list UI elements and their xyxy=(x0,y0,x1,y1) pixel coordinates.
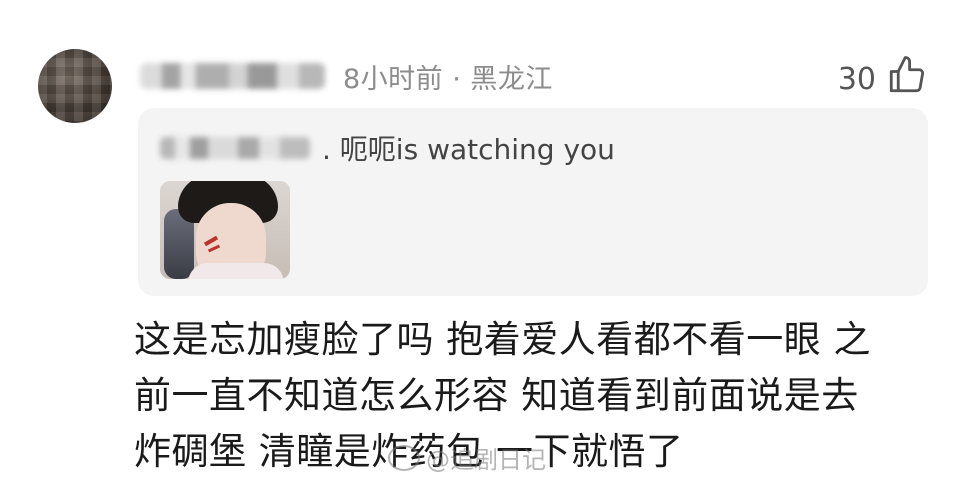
weibo-icon xyxy=(388,444,420,471)
like-button[interactable]: 30 xyxy=(838,54,928,104)
like-count: 30 xyxy=(837,61,876,97)
reply-username-blurred xyxy=(160,137,310,159)
watermark-text: @追剧日记 xyxy=(426,446,546,474)
reply-image-thumbnail[interactable] xyxy=(160,181,290,279)
comment-header: 8小时前 · 黑龙江 xyxy=(140,56,553,96)
avatar-mosaic xyxy=(38,49,112,123)
quoted-reply[interactable]: . 呃呃is watching you xyxy=(138,108,928,296)
username-blurred[interactable] xyxy=(140,63,325,89)
reply-text: . 呃呃is watching you xyxy=(322,133,615,166)
comment-line: 这是忘加瘦脸了吗 抱着爱人看都不看一眼 之 xyxy=(134,318,872,361)
comment-meta: 8小时前 · 黑龙江 xyxy=(343,63,553,95)
comment-line: 前一直不知道怎么形容 知道看到前面说是去 xyxy=(134,374,859,417)
avatar[interactable] xyxy=(38,49,112,123)
thumbnail-detail xyxy=(188,263,284,279)
watermark: @追剧日记 xyxy=(388,440,546,475)
thumbs-up-icon xyxy=(886,54,928,104)
reply-header: . 呃呃is watching you xyxy=(160,130,615,166)
